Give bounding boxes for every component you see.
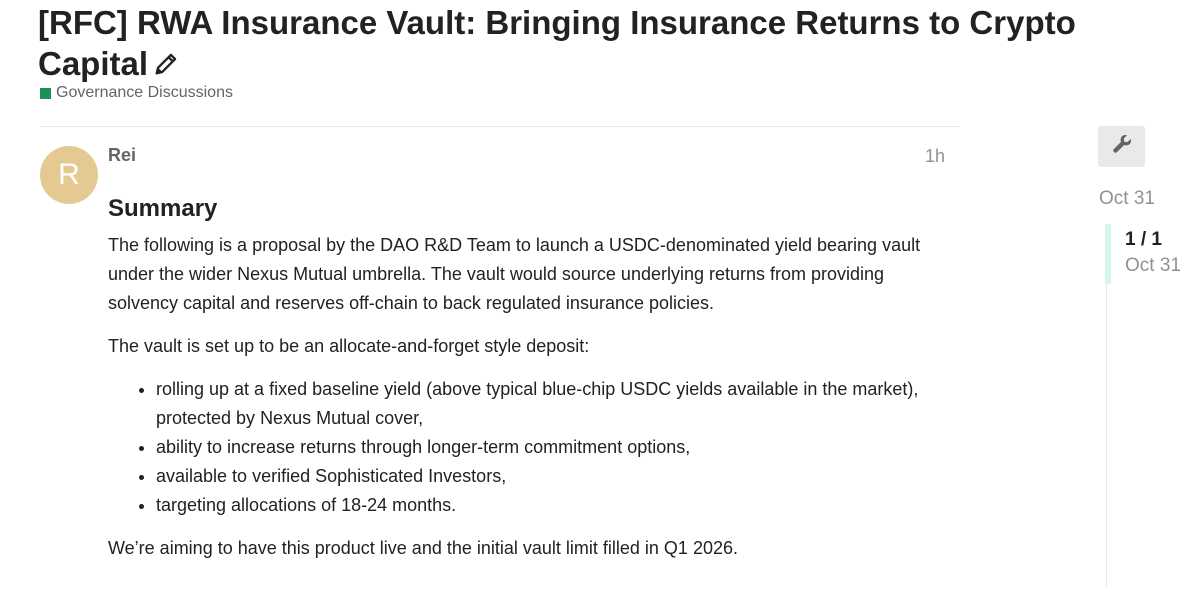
post-paragraph-2: The vault is set up to be an allocate-an… bbox=[108, 336, 590, 356]
list-item: available to verified Sophisticated Inve… bbox=[156, 462, 958, 491]
timeline-start-date[interactable]: Oct 31 bbox=[1099, 188, 1155, 210]
category-name: Governance Discussions bbox=[56, 84, 233, 101]
avatar[interactable]: R bbox=[40, 146, 98, 204]
list-item: ability to increase returns through long… bbox=[156, 433, 958, 462]
post-body: Summary The following is a proposal by t… bbox=[108, 193, 958, 577]
category-badge[interactable]: Governance Discussions bbox=[40, 84, 233, 102]
list-item: rolling up at a fixed baseline yield (ab… bbox=[156, 375, 958, 433]
timeline-current-date: Oct 31 bbox=[1125, 255, 1181, 276]
title-divider bbox=[40, 126, 960, 127]
admin-actions-button[interactable] bbox=[1098, 126, 1145, 167]
list-item: targeting allocations of 18-24 months. bbox=[156, 491, 958, 520]
post-time[interactable]: 1h bbox=[880, 146, 945, 167]
post-closing-paragraph: We’re aiming to have this product live a… bbox=[108, 538, 738, 558]
wrench-icon bbox=[1111, 133, 1133, 160]
avatar-letter: R bbox=[58, 158, 80, 191]
timeline-scroll-handle[interactable] bbox=[1105, 224, 1111, 284]
pencil-icon[interactable] bbox=[152, 46, 180, 75]
topic-title: [RFC] RWA Insurance Vault: Bringing Insu… bbox=[38, 2, 1138, 84]
post-heading: Summary bbox=[108, 195, 218, 222]
post-paragraph-1: The following is a proposal by the DAO R… bbox=[108, 235, 921, 313]
post-bullet-list: rolling up at a fixed baseline yield (ab… bbox=[108, 375, 958, 520]
post-author-name[interactable]: Rei bbox=[108, 145, 136, 166]
timeline-post-counter: 1 / 1 bbox=[1125, 229, 1162, 250]
topic-title-text: [RFC] RWA Insurance Vault: Bringing Insu… bbox=[38, 4, 1076, 82]
category-color-swatch bbox=[40, 87, 51, 99]
